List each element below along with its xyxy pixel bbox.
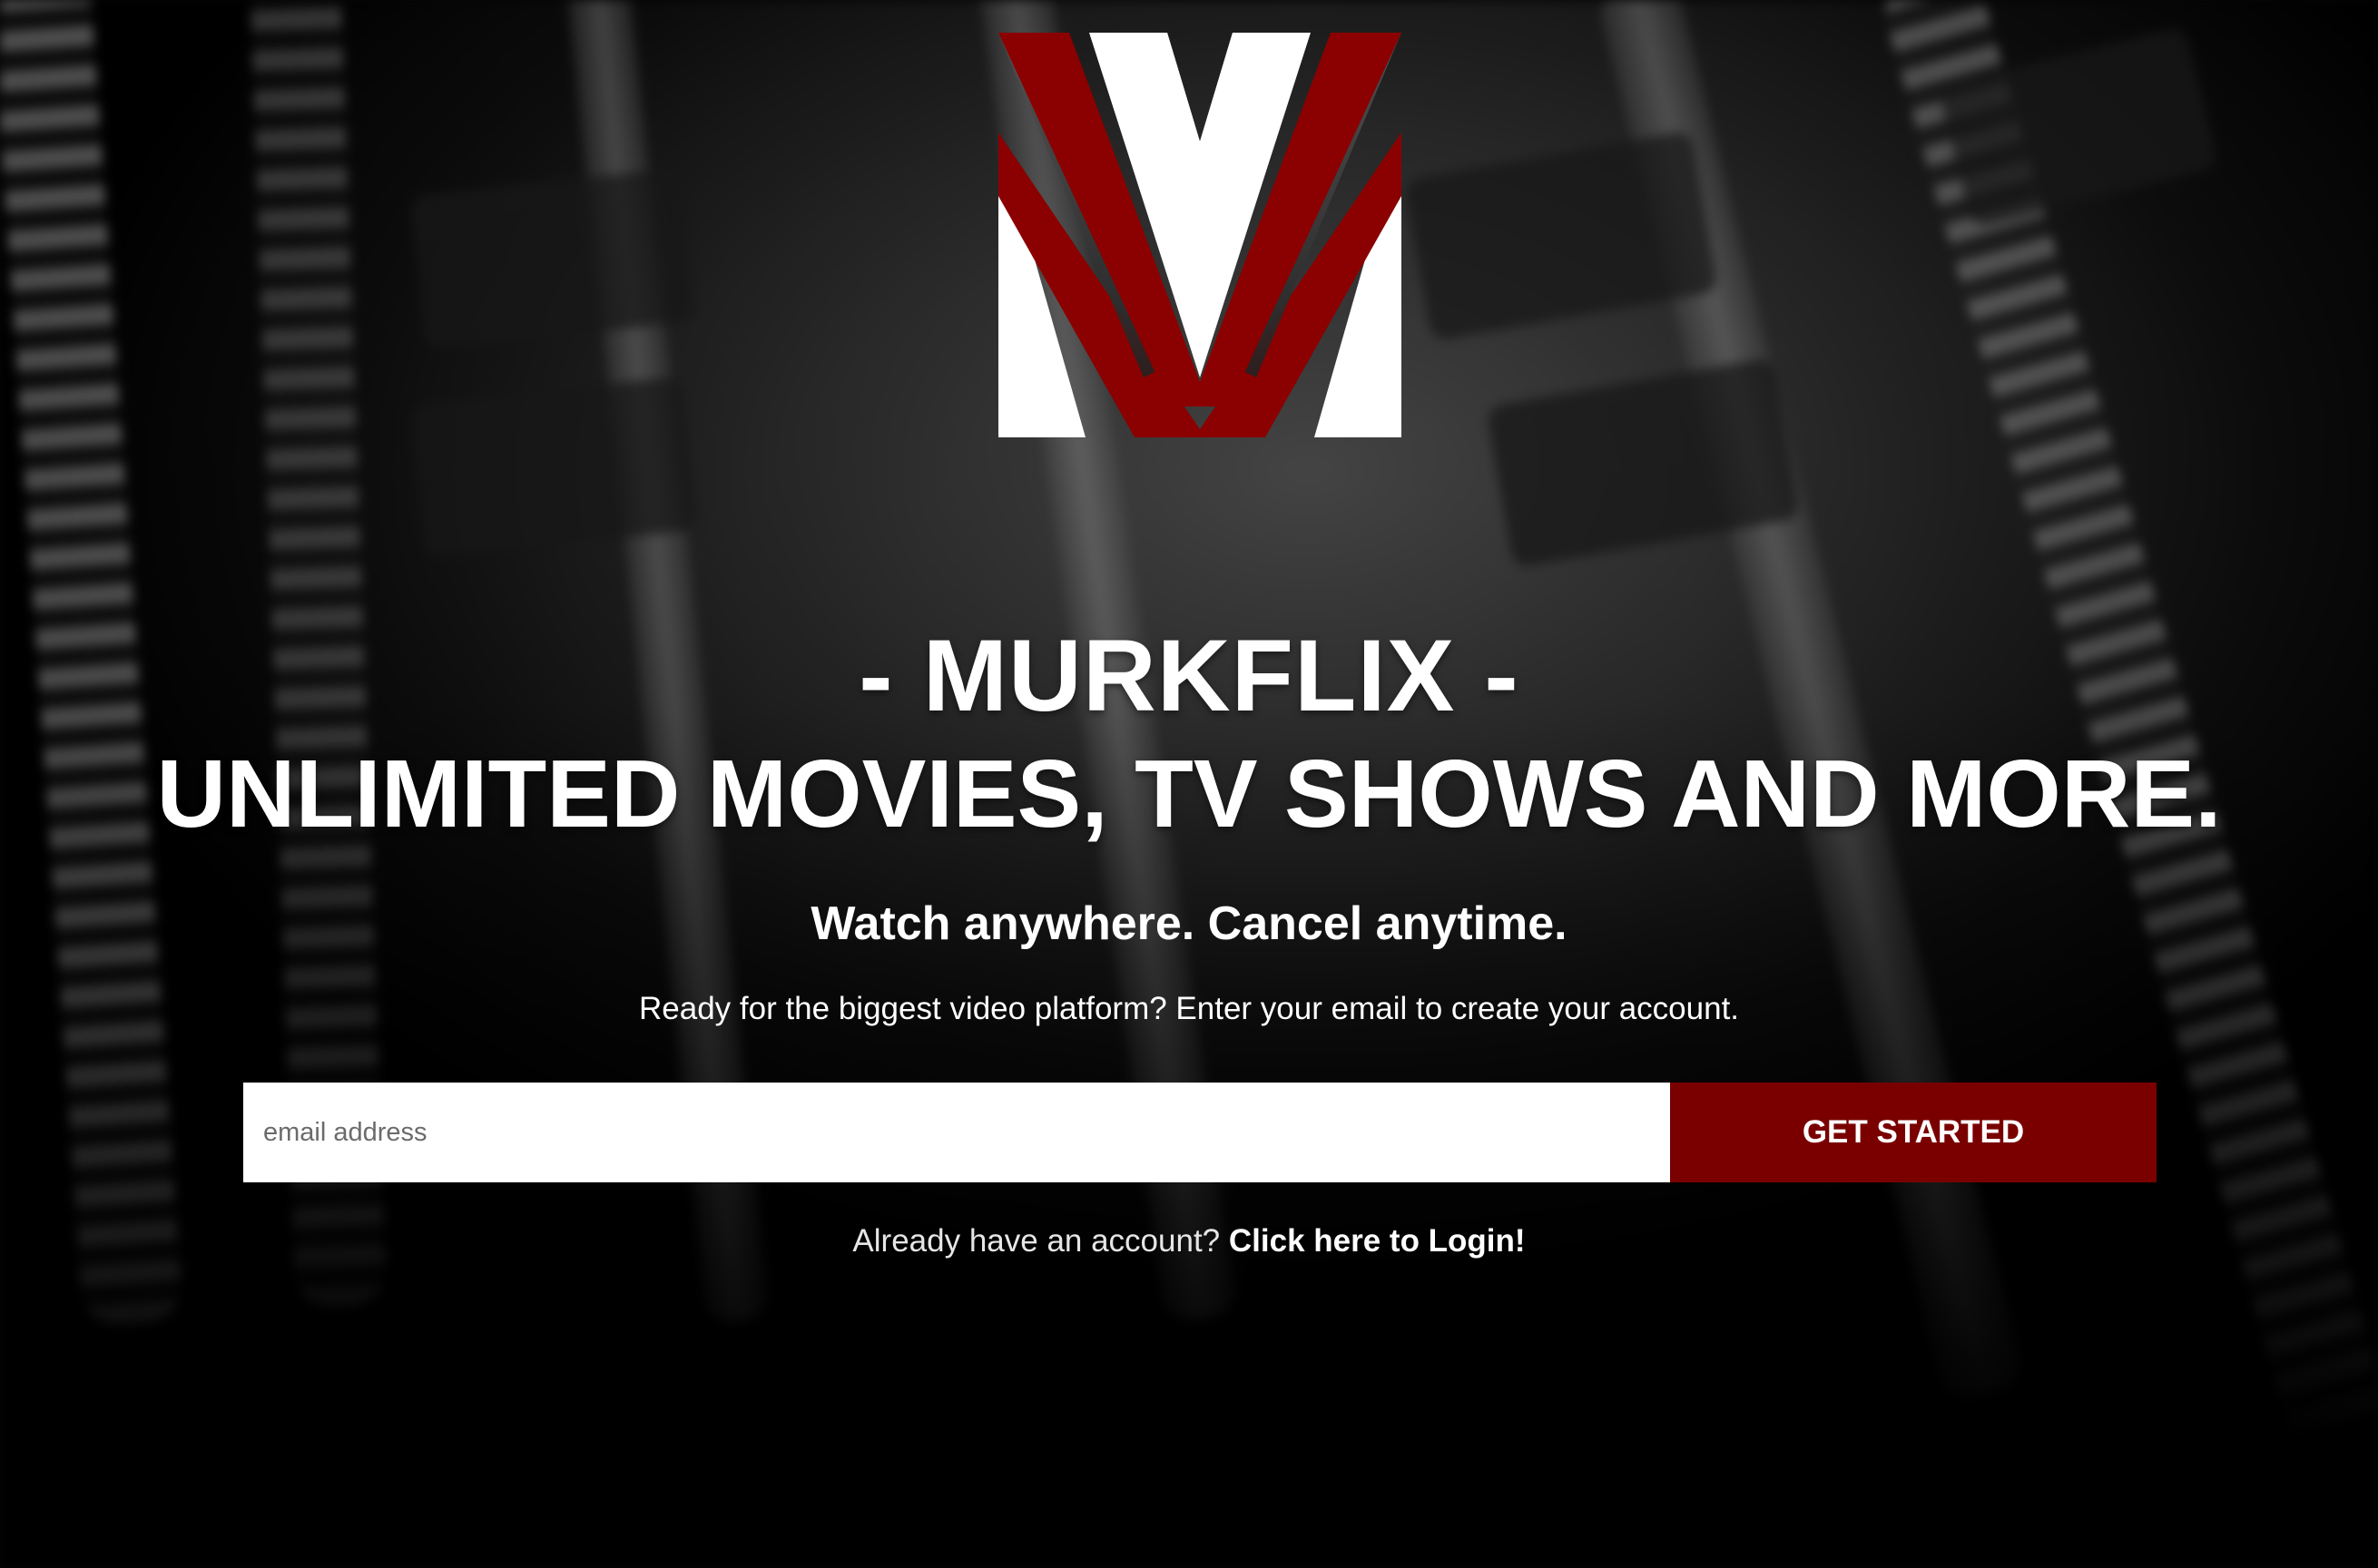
hero-subtitle: Watch anywhere. Cancel anytime. bbox=[811, 897, 1567, 950]
signup-prompt: Ready for the biggest video platform? En… bbox=[638, 991, 1740, 1026]
email-input[interactable] bbox=[243, 1083, 1670, 1182]
login-prefix-text: Already have an account? bbox=[852, 1223, 1229, 1259]
page-headline: UNLIMITED MOVIES, TV SHOWS AND MORE. bbox=[156, 740, 2222, 848]
get-started-button[interactable]: GET STARTED bbox=[1670, 1083, 2157, 1182]
login-link[interactable]: Click here to Login! bbox=[1229, 1223, 1526, 1259]
signup-form: GET STARTED bbox=[243, 1083, 2157, 1182]
login-prompt: Already have an account? Click here to L… bbox=[0, 1223, 2378, 1259]
hero-section: - MURKFLIX - UNLIMITED MOVIES, TV SHOWS … bbox=[0, 617, 2378, 1029]
murkflix-logo[interactable] bbox=[998, 33, 1401, 437]
landing-page: - MURKFLIX - UNLIMITED MOVIES, TV SHOWS … bbox=[0, 0, 2378, 1568]
brand-name: - MURKFLIX - bbox=[859, 619, 1519, 732]
